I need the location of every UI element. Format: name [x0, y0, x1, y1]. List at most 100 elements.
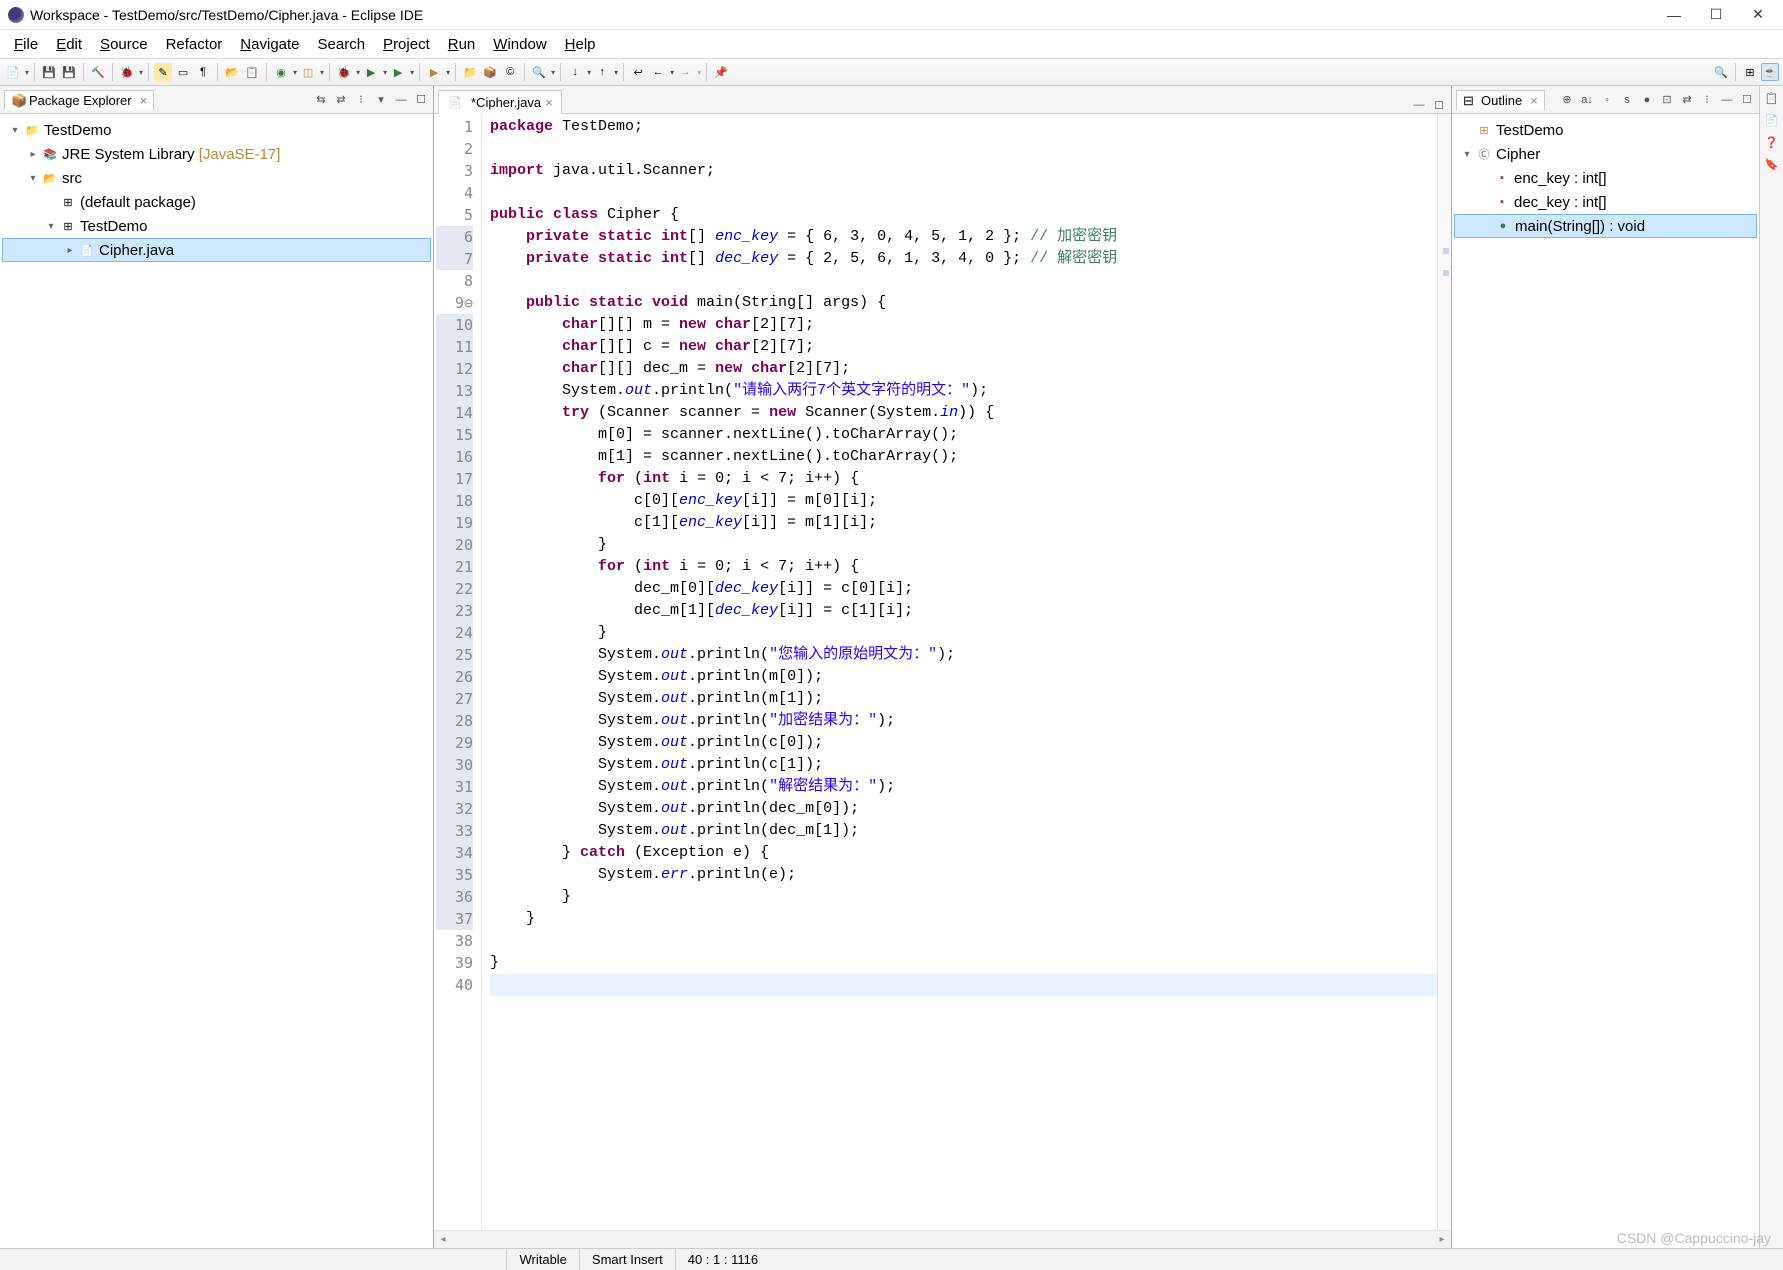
code-editor[interactable]: 123456789⊖101112131415161718192021222324… [434, 114, 1451, 1230]
line-number[interactable]: 1 [436, 116, 473, 138]
open-perspective-icon[interactable]: ⊞ [1741, 63, 1759, 81]
line-number[interactable]: 12 [436, 358, 473, 380]
code-line[interactable]: System.out.println(dec_m[0]); [490, 798, 1437, 820]
code-line[interactable]: private static int[] dec_key = { 2, 5, 6… [490, 248, 1437, 270]
back-icon[interactable]: ← [649, 63, 667, 81]
hide-static-icon[interactable]: s [1619, 92, 1635, 108]
minimize-panel-icon[interactable]: — [1719, 92, 1735, 108]
line-number[interactable]: 33 [436, 820, 473, 842]
code-line[interactable]: } [490, 622, 1437, 644]
line-number[interactable]: 11 [436, 336, 473, 358]
code-line[interactable]: public class Cipher { [490, 204, 1437, 226]
code-line[interactable]: char[][] dec_m = new char[2][7]; [490, 358, 1437, 380]
line-number[interactable]: 30 [436, 754, 473, 776]
menu-file[interactable]: File [6, 33, 46, 56]
tree-package[interactable]: ▾⊞ TestDemo [2, 214, 431, 238]
quick-access-icon[interactable]: 🔍 [1712, 63, 1730, 81]
line-number[interactable]: 29 [436, 732, 473, 754]
line-number[interactable]: 36 [436, 886, 473, 908]
line-number[interactable]: 40 [436, 974, 473, 996]
editor-tab-cipher[interactable]: 📄 *Cipher.java × [438, 90, 562, 114]
code-line[interactable]: } [490, 534, 1437, 556]
code-line[interactable]: private static int[] enc_key = { 6, 3, 0… [490, 226, 1437, 248]
tree-src[interactable]: ▾📂 src [2, 166, 431, 190]
line-number[interactable]: 28 [436, 710, 473, 732]
line-number[interactable]: 3 [436, 160, 473, 182]
code-line[interactable] [490, 270, 1437, 292]
package-explorer-tree[interactable]: ▾📁 TestDemo ▸📚 JRE System Library [JavaS… [0, 114, 433, 1248]
hide-nonpublic-icon[interactable]: ● [1639, 92, 1655, 108]
line-number[interactable]: 27 [436, 688, 473, 710]
last-edit-icon[interactable]: ↩ [629, 63, 647, 81]
search-icon[interactable]: 🔍 [530, 63, 548, 81]
menu-window[interactable]: Window [485, 33, 554, 56]
line-number[interactable]: 21 [436, 556, 473, 578]
code-line[interactable]: System.out.println("您输入的原始明文为："); [490, 644, 1437, 666]
tree-jre[interactable]: ▸📚 JRE System Library [JavaSE-17] [2, 142, 431, 166]
outline-member[interactable]: ▪enc_key : int[] [1454, 166, 1757, 190]
line-number[interactable]: 6 [436, 226, 473, 248]
open-task-icon[interactable]: 📋 [243, 63, 261, 81]
menu-source[interactable]: Source [92, 33, 156, 56]
outline-tree[interactable]: ⊞ TestDemo ▾Ⓒ Cipher ▪enc_key : int[]▪de… [1452, 114, 1759, 1248]
line-number[interactable]: 32 [436, 798, 473, 820]
code-line[interactable]: System.out.println("加密结果为："); [490, 710, 1437, 732]
forward-icon[interactable]: → [676, 63, 694, 81]
line-number[interactable]: 9⊖ [436, 292, 473, 314]
code-line[interactable]: m[0] = scanner.nextLine().toCharArray(); [490, 424, 1437, 446]
code-line[interactable]: } catch (Exception e) { [490, 842, 1437, 864]
line-number[interactable]: 4 [436, 182, 473, 204]
build-icon[interactable]: 🔨 [89, 63, 107, 81]
java-perspective-icon[interactable]: ☕ [1761, 63, 1779, 81]
outline-member[interactable]: ●main(String[]) : void [1454, 214, 1757, 238]
code-line[interactable]: try (Scanner scanner = new Scanner(Syste… [490, 402, 1437, 424]
line-number[interactable]: 34 [436, 842, 473, 864]
close-icon[interactable]: × [140, 93, 148, 108]
close-icon[interactable]: × [1530, 93, 1538, 108]
minimize-editor-icon[interactable]: — [1411, 97, 1427, 113]
code-line[interactable]: System.out.println(c[1]); [490, 754, 1437, 776]
line-number[interactable]: 39 [436, 952, 473, 974]
line-number[interactable]: 10 [436, 314, 473, 336]
menu-help[interactable]: Help [557, 33, 604, 56]
tree-default-package[interactable]: ⊞ (default package) [2, 190, 431, 214]
toggle-block-icon[interactable]: ▭ [174, 63, 192, 81]
menu-refactor[interactable]: Refactor [158, 33, 231, 56]
code-line[interactable]: char[][] m = new char[2][7]; [490, 314, 1437, 336]
code-line[interactable]: m[1] = scanner.nextLine().toCharArray(); [490, 446, 1437, 468]
outline-tab[interactable]: ⊟ Outline × [1456, 90, 1545, 110]
line-number[interactable]: 20 [436, 534, 473, 556]
maximize-editor-icon[interactable]: ☐ [1431, 97, 1447, 113]
bookmarks-icon[interactable]: 🔖 [1764, 156, 1780, 172]
line-number[interactable]: 31 [436, 776, 473, 798]
code-line[interactable]: System.out.println(m[0]); [490, 666, 1437, 688]
line-number[interactable]: 15 [436, 424, 473, 446]
window-close-button[interactable]: ✕ [1749, 6, 1767, 24]
code-line[interactable]: c[1][enc_key[i]] = m[1][i]; [490, 512, 1437, 534]
code-line[interactable]: } [490, 908, 1437, 930]
code-line[interactable]: } [490, 886, 1437, 908]
coverage-icon[interactable]: ▶ [389, 63, 407, 81]
new-java-package-icon[interactable]: 📦 [481, 63, 499, 81]
code-line[interactable]: System.out.println(c[0]); [490, 732, 1437, 754]
line-number[interactable]: 16 [436, 446, 473, 468]
view-menu-icon[interactable]: ▾ [373, 92, 389, 108]
tree-project[interactable]: ▾📁 TestDemo [2, 118, 431, 142]
menu-run[interactable]: Run [440, 33, 484, 56]
code-line[interactable]: dec_m[1][dec_key[i]] = c[1][i]; [490, 600, 1437, 622]
line-number[interactable]: 18 [436, 490, 473, 512]
prev-annotation-icon[interactable]: ↑ [593, 63, 611, 81]
minimize-panel-icon[interactable]: — [393, 92, 409, 108]
window-maximize-button[interactable]: ☐ [1707, 6, 1725, 24]
line-number[interactable]: 35 [436, 864, 473, 886]
menu-search[interactable]: Search [310, 33, 374, 56]
outline-package[interactable]: ⊞ TestDemo [1454, 118, 1757, 142]
close-icon[interactable]: × [545, 95, 553, 110]
hide-local-icon[interactable]: ⊡ [1659, 92, 1675, 108]
code-line[interactable]: } [490, 952, 1437, 974]
link-editor-icon[interactable]: ⇄ [1679, 92, 1695, 108]
open-type-icon[interactable]: 📂 [223, 63, 241, 81]
maximize-panel-icon[interactable]: ☐ [1739, 92, 1755, 108]
window-minimize-button[interactable]: — [1665, 6, 1683, 24]
cheat-sheets-icon[interactable]: 📄 [1764, 112, 1780, 128]
